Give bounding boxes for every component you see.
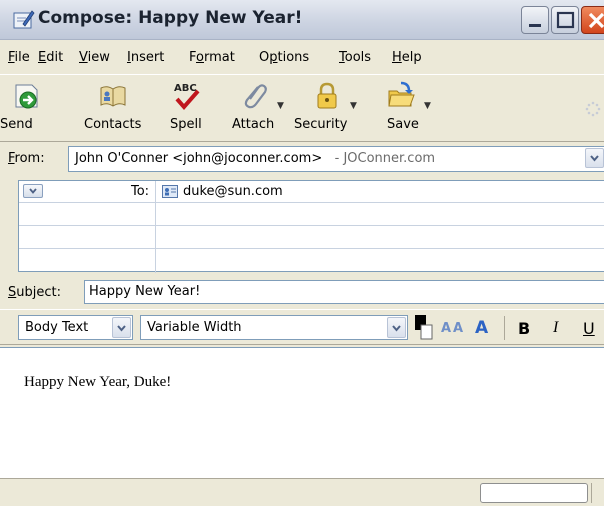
address-book-icon [100,86,126,107]
menu-format[interactable]: Format [189,50,235,65]
subject-input[interactable]: Happy New Year! [84,280,604,304]
main-toolbar: Send Contacts ABC Spell ▼ Attach ▼ Secur… [0,74,604,142]
text-color-icon[interactable] [413,314,435,342]
contacts-label: Contacts [84,117,142,132]
address-type-dropdown[interactable] [23,184,43,198]
chevron-down-icon [29,188,37,194]
recipient-address[interactable]: duke@sun.com [183,184,283,199]
italic-button[interactable]: I [553,319,558,337]
from-label: From: [8,151,45,166]
window-title: Compose: Happy New Year! [38,8,303,28]
font-dropdown[interactable] [387,317,406,338]
svg-text:ABC: ABC [174,83,197,94]
address-type-label: To: [131,184,150,199]
address-row-empty[interactable] [19,250,604,272]
menu-file[interactable]: File [8,50,30,65]
font-select[interactable]: Variable Width [140,315,408,340]
subject-label: Subject: [8,285,61,300]
address-row-empty[interactable] [19,204,604,226]
lock-icon [317,82,337,109]
title-bar[interactable]: Compose: Happy New Year! [0,0,604,40]
attach-button[interactable]: ▼ Attach [229,75,289,141]
security-button[interactable]: ▼ Security [292,75,368,141]
from-select[interactable]: John O'Conner <john@joconner.com> - JOCo… [68,146,604,172]
chevron-down-icon [117,325,126,332]
maximize-button[interactable] [551,6,579,34]
spell-label: Spell [170,117,202,132]
subject-row: Subject: Happy New Year! [0,278,604,306]
send-button[interactable]: Send [0,75,60,141]
from-account: - JOConner.com [334,151,436,166]
menu-help[interactable]: Help [392,50,422,65]
paragraph-style-value: Body Text [25,320,89,335]
security-label: Security [294,117,348,132]
spell-button[interactable]: ABC Spell [166,75,210,141]
from-identity: John O'Conner <john@joconner.com> [75,151,323,166]
save-label: Save [387,117,419,132]
minimize-button[interactable] [521,6,549,34]
compose-icon [13,10,35,29]
menu-insert[interactable]: Insert [127,50,164,65]
larger-font-button[interactable]: A [475,318,488,338]
menu-bar: File Edit View Insert Format Options Too… [0,41,604,73]
send-icon [15,84,38,109]
chevron-down-icon [590,155,599,162]
contacts-button[interactable]: Contacts [82,75,146,141]
font-value: Variable Width [147,320,242,335]
minimize-icon [529,24,541,27]
throbber-icon [585,101,601,117]
chevron-down-icon [392,325,401,332]
smaller-font-button[interactable]: A [441,321,451,336]
save-button[interactable]: ▼ Save [382,75,434,141]
attach-dropdown-icon[interactable]: ▼ [277,101,284,111]
message-body-text: Happy New Year, Duke! [24,374,172,390]
bold-button[interactable]: B [518,319,530,338]
subject-value: Happy New Year! [89,284,201,299]
status-divider [591,483,592,503]
menu-edit[interactable]: Edit [38,50,63,65]
toolbar-separator [504,316,505,340]
close-icon [588,12,604,29]
address-row-empty[interactable] [19,227,604,249]
compose-window: Compose: Happy New Year! File Edit View … [0,0,604,506]
menu-options[interactable]: Options [259,50,309,65]
maximize-icon [556,11,575,29]
menu-view[interactable]: View [79,50,110,65]
underline-button[interactable]: U [583,319,595,338]
status-progress-panel [480,483,588,503]
spell-check-icon: ABC [174,83,200,111]
menu-tools[interactable]: Tools [339,50,371,65]
security-dropdown-icon[interactable]: ▼ [350,101,357,111]
from-row: From: John O'Conner <john@joconner.com> … [0,143,604,175]
message-body-editor[interactable]: Happy New Year, Duke! [0,347,604,479]
format-toolbar: Body Text Variable Width A A A B I U [0,309,604,345]
address-row[interactable]: To: duke@sun.com [19,181,604,203]
status-bar [0,480,604,506]
close-button[interactable] [581,6,604,34]
contact-card-icon [162,185,178,198]
save-dropdown-icon[interactable]: ▼ [424,101,431,111]
from-dropdown-button[interactable] [585,148,604,168]
save-folder-icon [388,81,415,107]
addressing-list[interactable]: To: duke@sun.com [18,180,604,273]
paragraph-style-select[interactable]: Body Text [18,315,133,340]
smaller-font-button-2[interactable]: A [453,321,463,336]
paperclip-icon [244,84,267,109]
send-label: Send [0,117,33,132]
paragraph-style-dropdown[interactable] [112,317,131,338]
attach-label: Attach [232,117,275,132]
